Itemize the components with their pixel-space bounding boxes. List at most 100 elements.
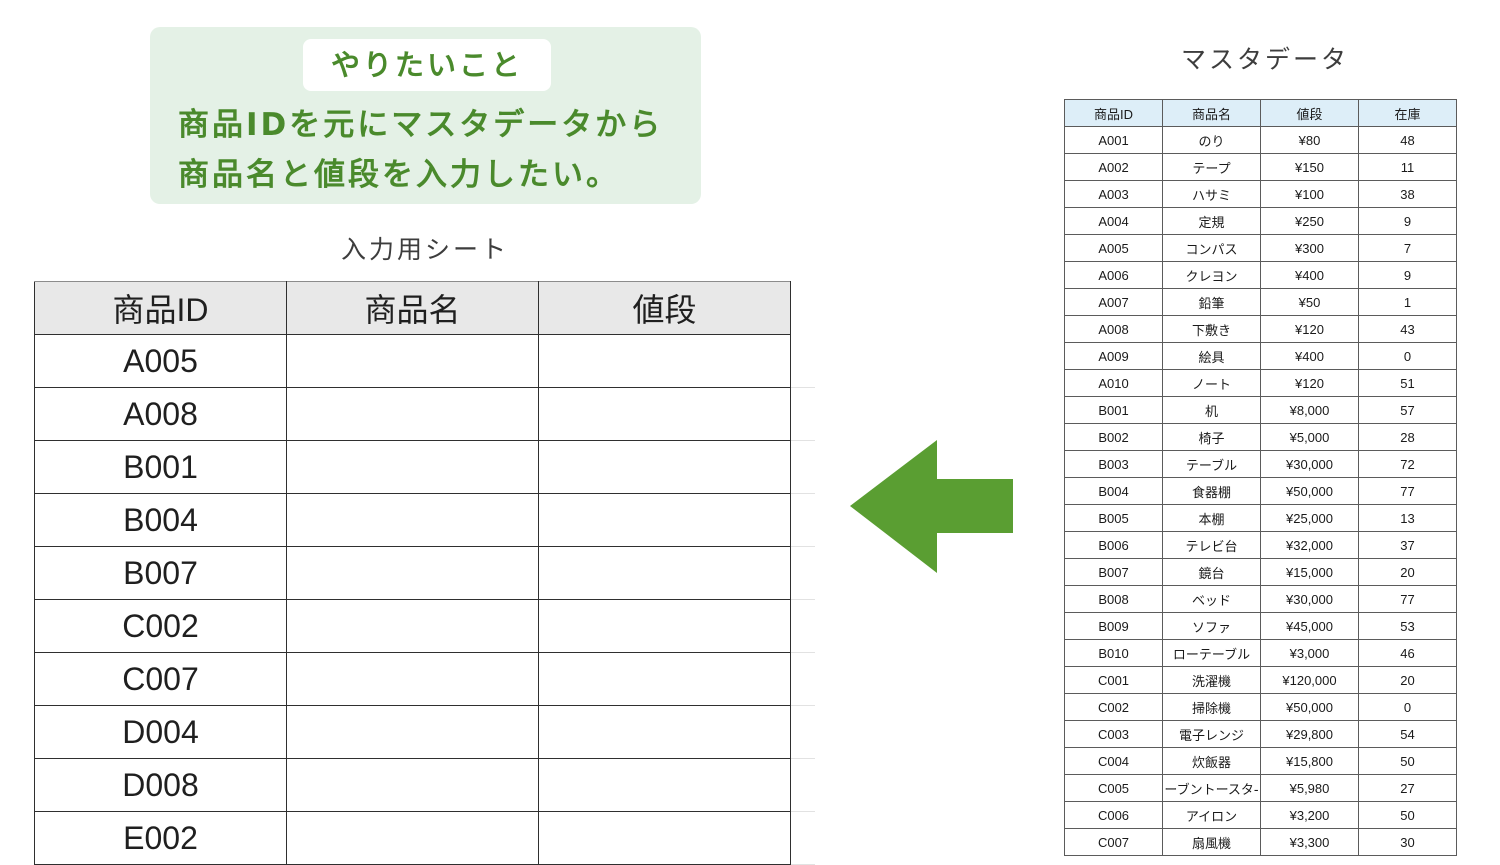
master-cell-stock[interactable]: 51 (1358, 369, 1457, 397)
master-cell-product-id[interactable]: C006 (1064, 801, 1163, 829)
master-cell-product-id[interactable]: B007 (1064, 558, 1163, 586)
master-cell-product-name[interactable]: アイロン (1162, 801, 1261, 829)
master-cell-price[interactable]: ¥250 (1260, 207, 1359, 235)
master-cell-stock[interactable]: 0 (1358, 693, 1457, 721)
master-cell-product-id[interactable]: C005 (1064, 774, 1163, 802)
master-cell-product-name[interactable]: 掃除機 (1162, 693, 1261, 721)
input-cell-price[interactable] (538, 811, 791, 865)
master-cell-product-name[interactable]: ベッド (1162, 585, 1261, 613)
master-cell-product-id[interactable]: B003 (1064, 450, 1163, 478)
master-cell-product-name[interactable]: 下敷き (1162, 315, 1261, 343)
input-cell-product-id[interactable]: B001 (34, 440, 287, 494)
input-cell-product-name[interactable] (286, 599, 539, 653)
master-cell-product-id[interactable]: A007 (1064, 288, 1163, 316)
input-cell-product-name[interactable] (286, 652, 539, 706)
master-cell-product-id[interactable]: B008 (1064, 585, 1163, 613)
master-cell-price[interactable]: ¥3,000 (1260, 639, 1359, 667)
master-cell-stock[interactable]: 27 (1358, 774, 1457, 802)
master-cell-product-name[interactable]: コンパス (1162, 234, 1261, 262)
input-cell-product-id[interactable]: A005 (34, 334, 287, 388)
input-cell-product-id[interactable]: D008 (34, 758, 287, 812)
master-cell-product-name[interactable]: 鉛筆 (1162, 288, 1261, 316)
input-cell-product-id[interactable]: B007 (34, 546, 287, 600)
master-cell-stock[interactable]: 9 (1358, 207, 1457, 235)
master-cell-price[interactable]: ¥50 (1260, 288, 1359, 316)
master-cell-price[interactable]: ¥400 (1260, 342, 1359, 370)
master-cell-price[interactable]: ¥30,000 (1260, 585, 1359, 613)
master-cell-price[interactable]: ¥120 (1260, 315, 1359, 343)
master-cell-product-name[interactable]: テレビ台 (1162, 531, 1261, 559)
master-cell-stock[interactable]: 57 (1358, 396, 1457, 424)
master-cell-product-name[interactable]: ソファ (1162, 612, 1261, 640)
master-cell-product-name[interactable]: 洗濯機 (1162, 666, 1261, 694)
master-cell-product-name[interactable]: 定規 (1162, 207, 1261, 235)
master-cell-product-id[interactable]: B009 (1064, 612, 1163, 640)
master-cell-product-name[interactable]: 炊飯器 (1162, 747, 1261, 775)
master-cell-stock[interactable]: 20 (1358, 666, 1457, 694)
master-cell-product-id[interactable]: B004 (1064, 477, 1163, 505)
input-cell-price[interactable] (538, 546, 791, 600)
input-cell-price[interactable] (538, 652, 791, 706)
master-cell-product-id[interactable]: C004 (1064, 747, 1163, 775)
input-cell-product-name[interactable] (286, 440, 539, 494)
input-cell-product-id[interactable]: A008 (34, 387, 287, 441)
master-cell-price[interactable]: ¥32,000 (1260, 531, 1359, 559)
master-cell-price[interactable]: ¥300 (1260, 234, 1359, 262)
master-cell-product-name[interactable]: ーブントースタ- (1162, 774, 1261, 802)
master-cell-product-name[interactable]: のり (1162, 126, 1261, 154)
master-cell-product-name[interactable]: 本棚 (1162, 504, 1261, 532)
master-cell-price[interactable]: ¥150 (1260, 153, 1359, 181)
master-cell-price[interactable]: ¥15,800 (1260, 747, 1359, 775)
input-cell-price[interactable] (538, 334, 791, 388)
master-cell-stock[interactable]: 7 (1358, 234, 1457, 262)
master-cell-price[interactable]: ¥29,800 (1260, 720, 1359, 748)
input-cell-product-name[interactable] (286, 758, 539, 812)
master-cell-product-name[interactable]: 扇風機 (1162, 828, 1261, 856)
master-cell-stock[interactable]: 43 (1358, 315, 1457, 343)
master-cell-stock[interactable]: 46 (1358, 639, 1457, 667)
master-cell-product-id[interactable]: B010 (1064, 639, 1163, 667)
master-cell-product-id[interactable]: A005 (1064, 234, 1163, 262)
input-cell-product-name[interactable] (286, 334, 539, 388)
master-cell-product-id[interactable]: A010 (1064, 369, 1163, 397)
master-cell-price[interactable]: ¥120 (1260, 369, 1359, 397)
input-cell-product-id[interactable]: E002 (34, 811, 287, 865)
master-cell-product-id[interactable]: B006 (1064, 531, 1163, 559)
master-cell-price[interactable]: ¥3,300 (1260, 828, 1359, 856)
master-cell-stock[interactable]: 53 (1358, 612, 1457, 640)
master-cell-product-name[interactable]: テーブル (1162, 450, 1261, 478)
master-cell-product-name[interactable]: クレヨン (1162, 261, 1261, 289)
master-cell-product-name[interactable]: 食器棚 (1162, 477, 1261, 505)
master-cell-product-id[interactable]: B002 (1064, 423, 1163, 451)
master-cell-price[interactable]: ¥15,000 (1260, 558, 1359, 586)
master-cell-stock[interactable]: 28 (1358, 423, 1457, 451)
input-cell-price[interactable] (538, 599, 791, 653)
master-cell-product-name[interactable]: テープ (1162, 153, 1261, 181)
input-cell-product-id[interactable]: D004 (34, 705, 287, 759)
master-cell-product-id[interactable]: A008 (1064, 315, 1163, 343)
master-cell-product-id[interactable]: B001 (1064, 396, 1163, 424)
input-cell-product-id[interactable]: C002 (34, 599, 287, 653)
master-cell-price[interactable]: ¥8,000 (1260, 396, 1359, 424)
master-cell-price[interactable]: ¥3,200 (1260, 801, 1359, 829)
master-cell-product-id[interactable]: C007 (1064, 828, 1163, 856)
master-cell-price[interactable]: ¥50,000 (1260, 477, 1359, 505)
master-cell-price[interactable]: ¥45,000 (1260, 612, 1359, 640)
master-cell-stock[interactable]: 20 (1358, 558, 1457, 586)
master-cell-price[interactable]: ¥100 (1260, 180, 1359, 208)
master-cell-stock[interactable]: 72 (1358, 450, 1457, 478)
input-cell-product-name[interactable] (286, 493, 539, 547)
input-cell-product-name[interactable] (286, 387, 539, 441)
master-cell-price[interactable]: ¥5,980 (1260, 774, 1359, 802)
master-cell-stock[interactable]: 77 (1358, 477, 1457, 505)
master-cell-stock[interactable]: 13 (1358, 504, 1457, 532)
master-cell-product-name[interactable]: 椅子 (1162, 423, 1261, 451)
master-cell-product-id[interactable]: C001 (1064, 666, 1163, 694)
master-cell-product-id[interactable]: A001 (1064, 126, 1163, 154)
master-cell-product-name[interactable]: ノート (1162, 369, 1261, 397)
master-cell-price[interactable]: ¥80 (1260, 126, 1359, 154)
input-cell-product-name[interactable] (286, 705, 539, 759)
master-cell-product-id[interactable]: A009 (1064, 342, 1163, 370)
input-cell-price[interactable] (538, 705, 791, 759)
master-cell-product-name[interactable]: 電子レンジ (1162, 720, 1261, 748)
